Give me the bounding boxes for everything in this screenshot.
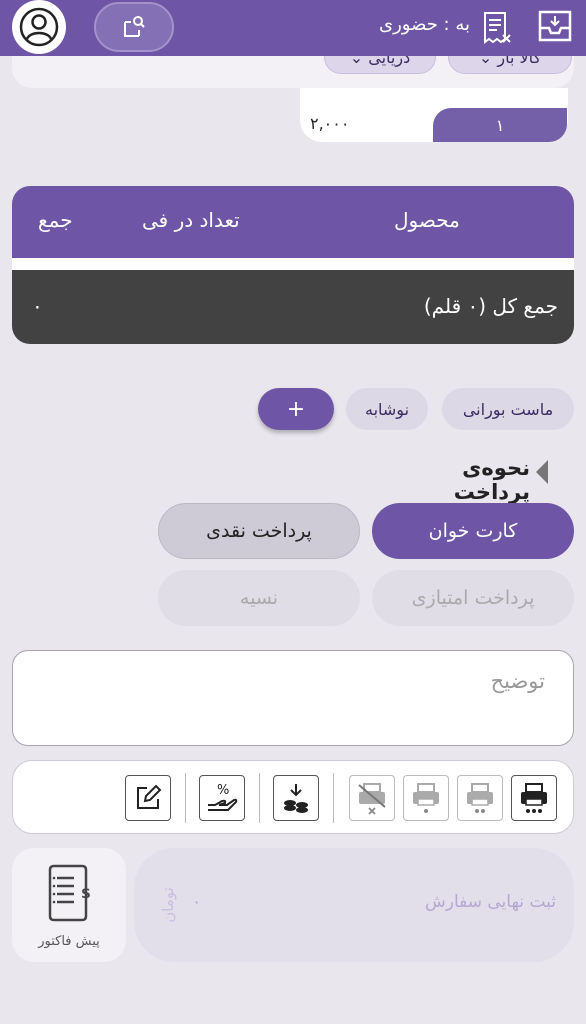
- payment-card-reader-button[interactable]: کارت خوان: [372, 503, 574, 559]
- order-table-body: [12, 258, 574, 270]
- printer-one-dot-icon: [413, 783, 439, 813]
- add-category-button[interactable]: +: [258, 388, 334, 430]
- column-sum: جمع: [38, 208, 73, 232]
- discount-button[interactable]: %: [199, 775, 245, 821]
- cash-deposit-button[interactable]: [273, 775, 319, 821]
- edit-icon: [137, 784, 162, 809]
- receipt-cancel-icon: [484, 12, 511, 44]
- caret-left-icon: [536, 460, 548, 484]
- payment-cash-button[interactable]: پرداخت نقدی: [158, 503, 360, 559]
- svg-text:$: $: [81, 886, 91, 902]
- qr-scan-button[interactable]: [94, 2, 174, 52]
- order-total-value: ۰: [32, 294, 43, 318]
- print-one-button[interactable]: [403, 775, 449, 821]
- order-table-header: جمع تعداد در فی محصول: [12, 186, 574, 258]
- category-chip-drink[interactable]: نوشابه: [346, 388, 428, 430]
- coins-download-icon: [284, 784, 308, 813]
- description-input[interactable]: توضیح: [12, 650, 574, 746]
- submit-order-label: ثبت نهایی سفارش: [425, 892, 556, 912]
- description-placeholder: توضیح: [490, 669, 545, 693]
- printer-two-dots-icon: [467, 783, 493, 813]
- order-total-label: جمع کل (۰ قلم): [423, 294, 558, 318]
- column-product: محصول: [394, 208, 460, 232]
- inbox-icon: [538, 10, 572, 42]
- column-qty-price: تعداد در فی: [142, 208, 240, 232]
- payment-points-button[interactable]: پرداخت امتیازی: [372, 570, 574, 626]
- action-toolbar: %: [12, 760, 574, 834]
- payment-method-title: نحوه‌ی پرداخت: [453, 456, 530, 504]
- pre-invoice-button[interactable]: $ پیش فاکتور: [12, 848, 126, 962]
- header: به : حضوری: [0, 0, 586, 56]
- submit-order-button[interactable]: ثبت نهایی سفارش ۰ تومان: [134, 848, 574, 962]
- edit-button[interactable]: [125, 775, 171, 821]
- print-two-button[interactable]: [457, 775, 503, 821]
- user-avatar-button[interactable]: [12, 0, 66, 54]
- toolbar-divider: [333, 773, 334, 823]
- toolbar-divider: [185, 773, 186, 823]
- product-quantity[interactable]: ۱: [433, 108, 567, 142]
- currency-label: تومان: [159, 887, 177, 923]
- inbox-button[interactable]: [535, 6, 575, 46]
- print-disabled-button[interactable]: [349, 775, 395, 821]
- order-total-row: ۰ جمع کل (۰ قلم): [12, 270, 574, 344]
- discount-hand-icon: %: [208, 783, 238, 811]
- svg-text:%: %: [217, 783, 229, 798]
- pre-invoice-label: پیش فاکتور: [38, 934, 100, 949]
- invoice-dollar-icon: $: [48, 864, 91, 922]
- printer-disabled-icon: [358, 783, 386, 815]
- category-chip-yogurt[interactable]: ماست بورانی: [442, 388, 574, 430]
- order-type-label[interactable]: به : حضوری: [370, 14, 470, 42]
- printer-three-dots-icon: [521, 783, 547, 813]
- receipt-cancel-button[interactable]: [478, 8, 514, 48]
- order-amount: ۰: [192, 892, 202, 912]
- user-avatar-icon: [19, 7, 59, 47]
- qr-scan-icon: [124, 16, 145, 37]
- toolbar-divider: [259, 773, 260, 823]
- payment-credit-button[interactable]: نسیه: [158, 570, 360, 626]
- product-price: ۲,۰۰۰: [310, 114, 350, 133]
- print-full-button[interactable]: [511, 775, 557, 821]
